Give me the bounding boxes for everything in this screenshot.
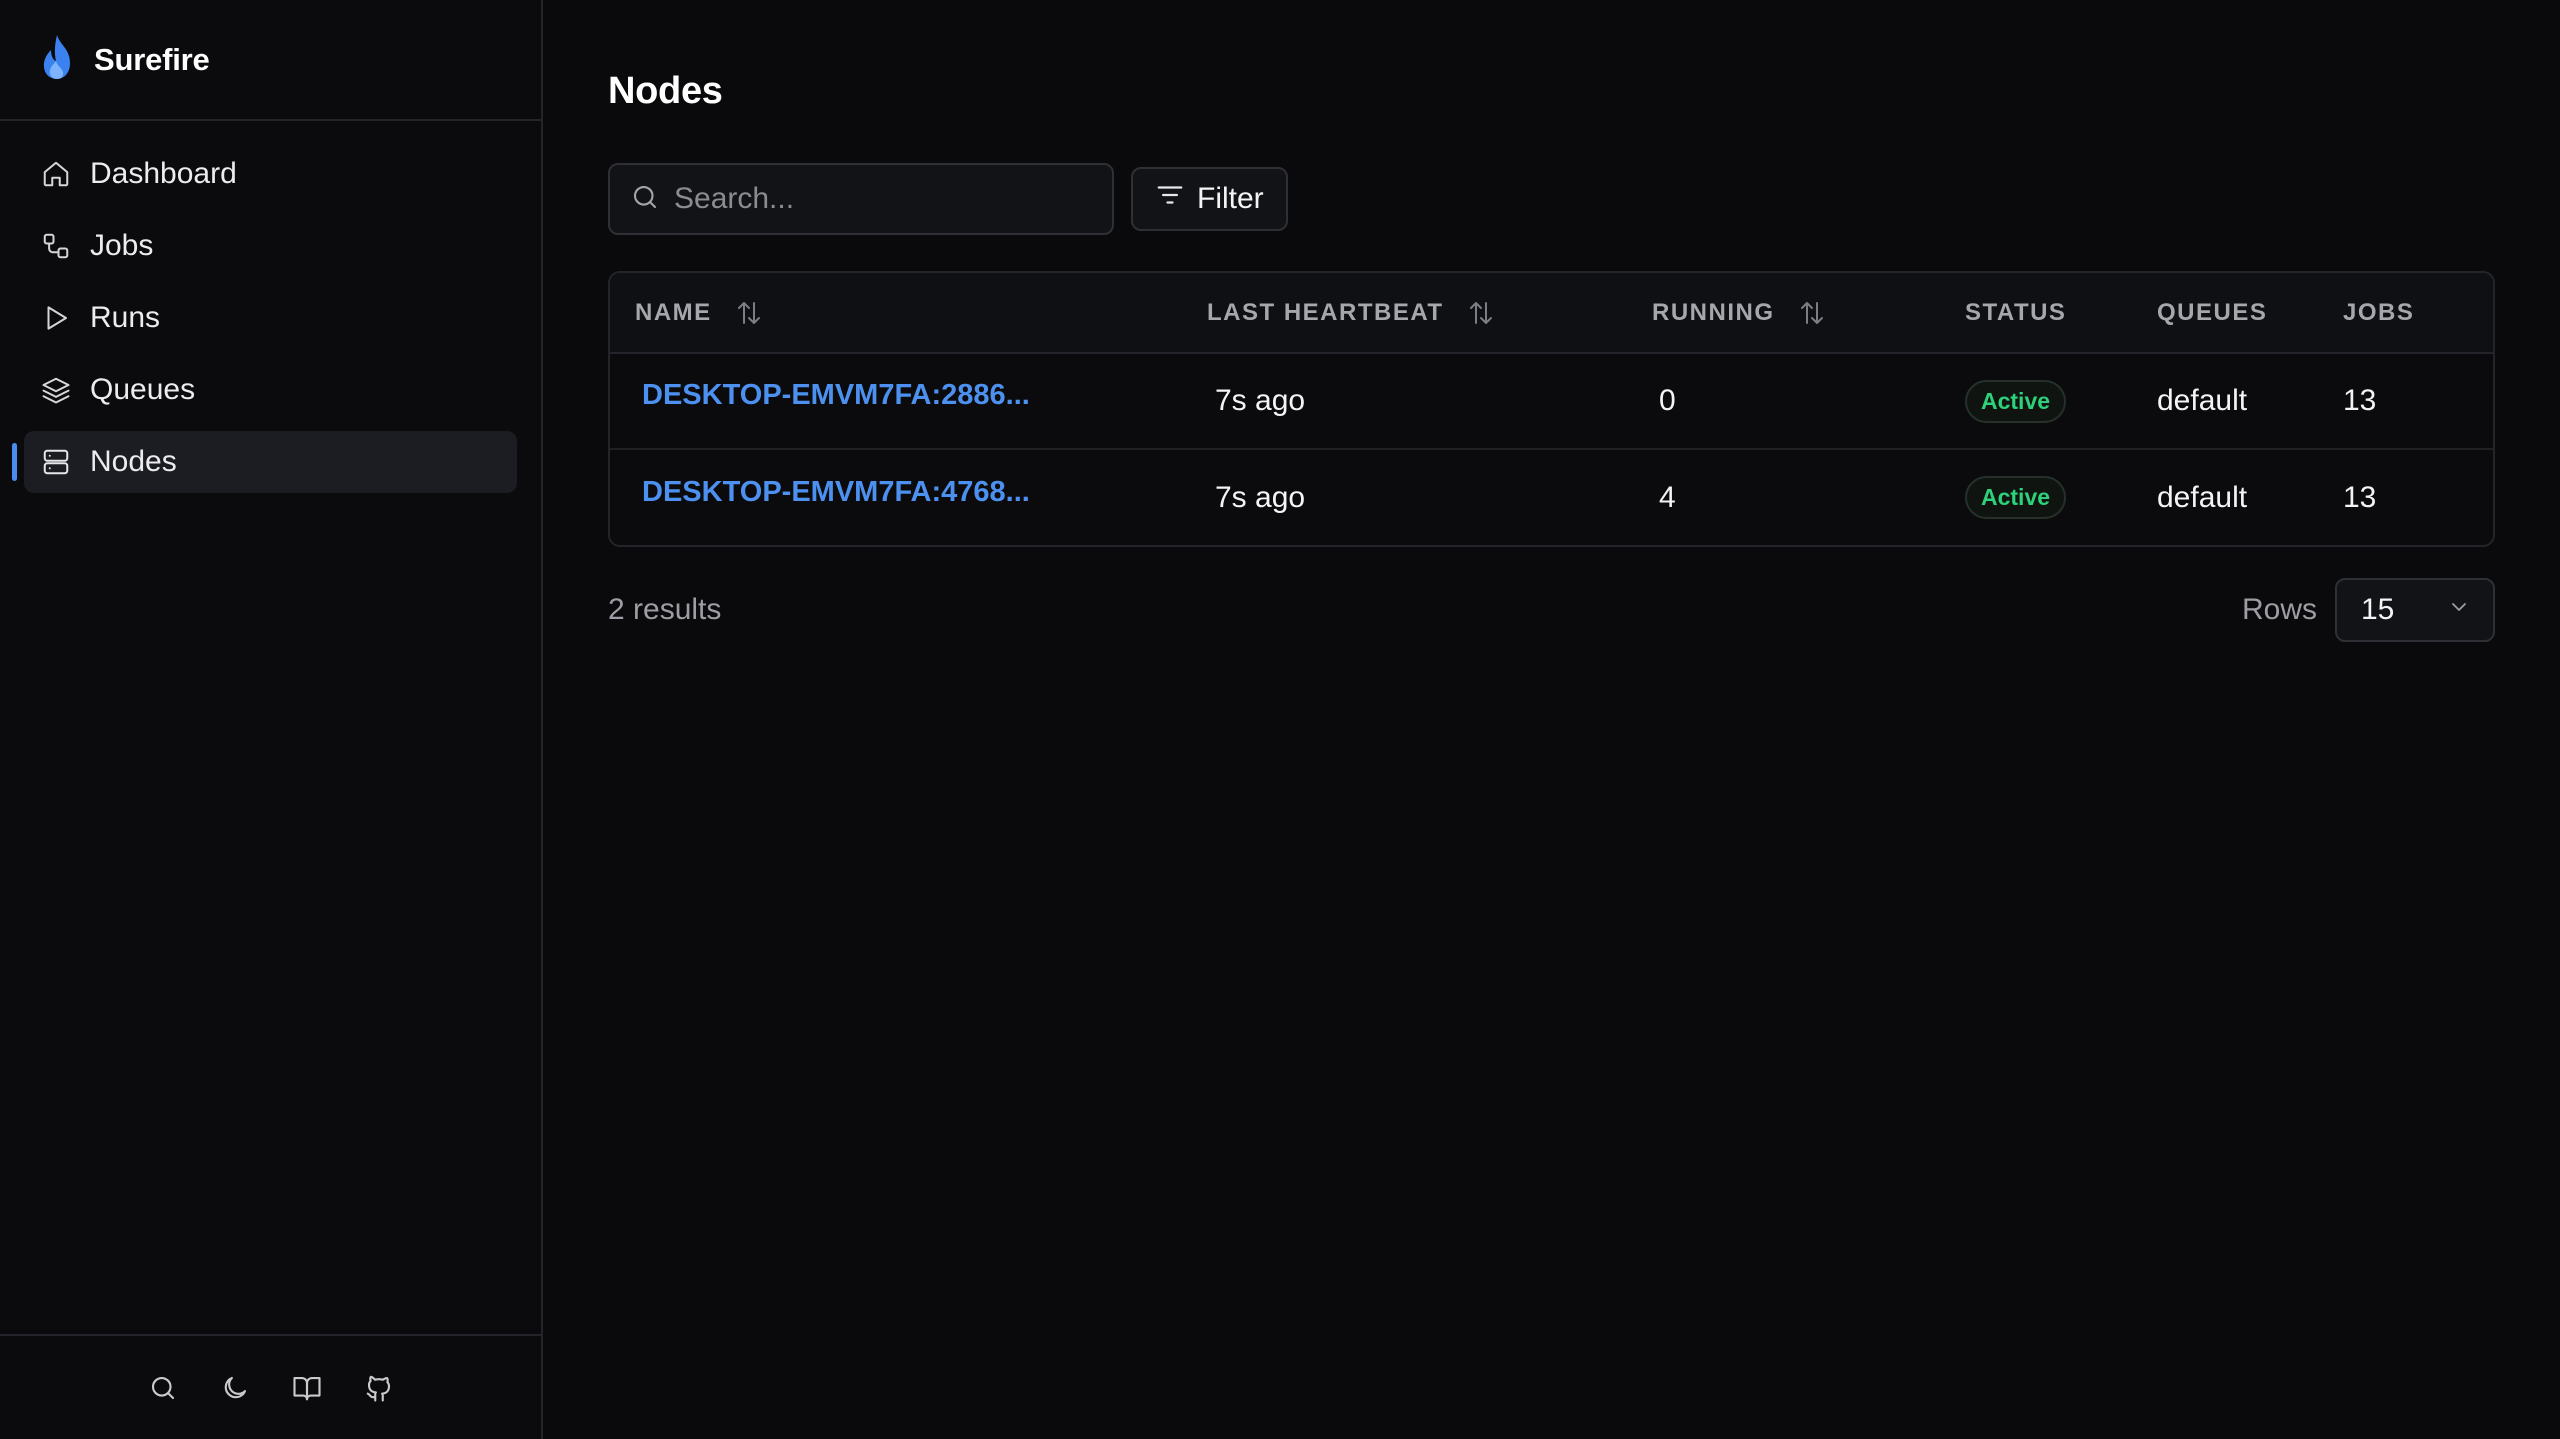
rows-per-page: Rows 15 [2242,578,2495,642]
last-heartbeat-cell: 7s ago [1215,480,1306,514]
status-badge: Active [1965,379,2067,423]
running-cell: 0 [1652,353,1965,450]
chevron-down-icon [2447,593,2471,627]
sidebar-item-jobs[interactable]: Jobs [24,215,517,277]
search-input[interactable] [674,182,1094,216]
workflow-icon [40,230,72,262]
rows-value: 15 [2361,593,2395,626]
filter-label: Filter [1197,182,1264,215]
moon-icon[interactable] [219,1372,251,1404]
sidebar-item-nodes[interactable]: Nodes [12,431,517,493]
column-header-status: STATUS [1965,273,2157,354]
column-label: NAME [635,298,712,326]
column-label: LAST HEARTBEAT [1207,298,1444,326]
book-icon[interactable] [291,1372,323,1404]
queues-cell: default [2157,480,2248,514]
table-footer: 2 results Rows 15 [608,578,2495,642]
last-heartbeat-cell: 7s ago [1207,353,1652,450]
table-row[interactable]: DESKTOP-EMVM7FA:4768... 7s ago 4 Active … [610,449,2493,545]
page-title: Nodes [608,70,723,112]
sort-icon[interactable] [1797,298,1827,328]
main-content: Nodes Filter [543,0,2560,1439]
sidebar-nav: Dashboard Jobs Runs Queues Nodes [0,121,541,1334]
play-icon [40,302,72,334]
sidebar-item-label: Runs [90,301,161,334]
brand[interactable]: Surefire [0,0,541,121]
sort-icon[interactable] [734,298,764,328]
sidebar-item-label: Queues [90,373,196,406]
column-header-jobs: JOBS [2343,273,2493,354]
rows-label: Rows [2241,593,2317,626]
sidebar-item-queues[interactable]: Queues [24,359,517,421]
home-icon [40,158,72,190]
table-header-row: NAME LAST HEARTBEAT RUNNING STATUS QUEUE… [610,273,2493,354]
sidebar-item-dashboard[interactable]: Dashboard [24,143,517,205]
sidebar-item-runs[interactable]: Runs [24,287,517,349]
layers-icon [40,374,72,406]
node-name-link[interactable]: DESKTOP-EMVM7FA:2886... [642,379,1030,411]
app-name: Surefire [94,41,210,77]
jobs-cell: 13 [2343,353,2493,450]
rows-per-page-select[interactable]: 15 [2335,578,2495,642]
sort-icon[interactable] [1466,298,1496,328]
status-badge: Active [1965,476,2067,519]
filter-button[interactable]: Filter [1131,167,1288,231]
column-header-name[interactable]: NAME [610,273,1207,354]
sidebar-item-label: Dashboard [90,157,237,190]
column-header-running[interactable]: RUNNING [1652,273,1965,354]
nodes-table: NAME LAST HEARTBEAT RUNNING STATUS QUEUE… [608,271,2495,547]
sidebar: Surefire Dashboard Jobs Runs Queues Node… [0,0,543,1439]
queues-cell: default [2157,353,2343,450]
node-name-link[interactable]: DESKTOP-EMVM7FA:4768... [642,476,1030,508]
column-label: RUNNING [1652,298,1775,326]
running-cell: 4 [1659,480,1676,514]
sidebar-item-label: Jobs [90,229,154,262]
sidebar-footer [0,1334,541,1439]
flame-logo-icon [38,33,76,86]
github-icon[interactable] [363,1372,395,1404]
jobs-cell: 13 [2343,480,2377,514]
table-row[interactable]: DESKTOP-EMVM7FA:2886... 7s ago 0 Active … [610,353,2493,450]
search-box[interactable] [608,163,1114,235]
filter-icon [1155,180,1185,218]
search-icon [630,182,660,217]
column-header-last-heartbeat[interactable]: LAST HEARTBEAT [1207,273,1652,354]
column-header-queues: QUEUES [2157,273,2343,354]
server-icon [40,446,72,478]
search-icon[interactable] [147,1372,179,1404]
toolbar: Filter [608,163,2560,235]
results-count: 2 results [608,593,722,626]
sidebar-item-label: Nodes [90,445,177,478]
